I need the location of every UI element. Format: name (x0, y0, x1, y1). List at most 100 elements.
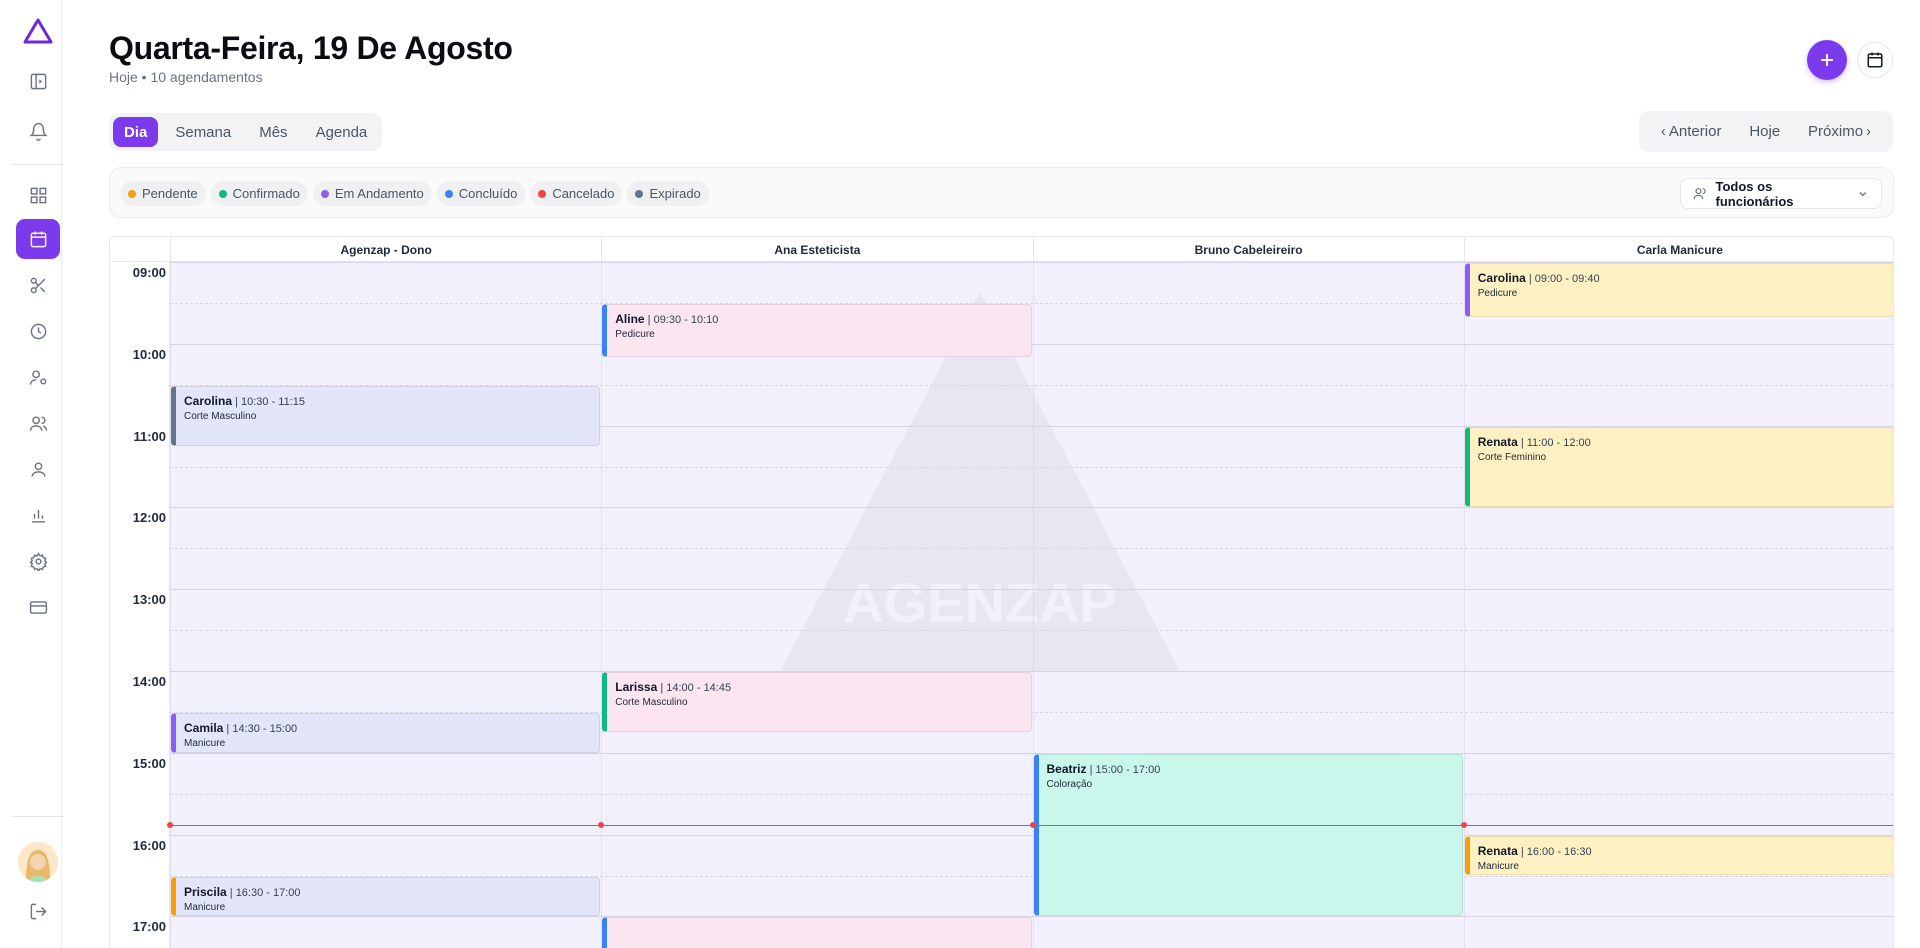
tab-agenda[interactable]: Agenda (305, 117, 379, 147)
appointment-time: 15:00 - 17:00 (1095, 763, 1161, 776)
employee-filter-value: Todos os funcionários (1715, 178, 1794, 209)
half-hour-gridline (110, 630, 1893, 632)
appointment-service: Manicure (184, 901, 226, 913)
users-icon (1693, 188, 1706, 199)
staff-header-row: Agenzap - Dono Ana Esteticista Bruno Cabel… (110, 237, 1893, 262)
status-dot-icon (320, 189, 329, 198)
dashboard-grid-icon[interactable] (16, 175, 60, 215)
separator: | (232, 395, 241, 408)
appointment-heading: Priscila | 16:30 - 17:00 (184, 885, 591, 899)
appointment-time: 16:30 - 17:00 (235, 886, 301, 899)
next-button[interactable]: Próximo › (1808, 123, 1871, 140)
notifications-bell-icon[interactable] (16, 111, 60, 151)
credit-card-icon[interactable] (16, 587, 60, 627)
status-label: Concluído (458, 186, 518, 201)
calendar-grid: 09:00 10:00 11:00 12:00 13:00 14:00 15:00 16:00… (110, 262, 1893, 948)
current-time-dot (1029, 822, 1036, 829)
appointment-card[interactable]: Larissa | 14:00 - 14:45 Corte Masculino (602, 672, 1032, 733)
appointment-client-name: Carolina (1477, 271, 1526, 285)
sidebar (0, 0, 64, 948)
status-dot-icon (635, 189, 644, 198)
scissors-icon[interactable] (16, 265, 60, 305)
hour-label: 10:00 (132, 346, 166, 362)
calendar-nav-icon[interactable] (16, 219, 60, 259)
half-hour-gridline (110, 548, 1893, 550)
appointment-heading: Carolina | 09:00 - 09:40 (1478, 271, 1885, 285)
appointment-heading: Carolina | 10:30 - 11:15 (184, 394, 591, 408)
user-settings-icon[interactable] (16, 357, 60, 397)
users-icon[interactable] (16, 403, 60, 443)
page-title: Quarta-Feira, 19 De Agosto (109, 30, 513, 66)
separator: | (1086, 763, 1096, 776)
status-label: Expirado (649, 186, 701, 201)
hour-label: 15:00 (132, 755, 166, 771)
previous-label: Anterior (1668, 123, 1722, 140)
appointment-client-name: Renata (1477, 843, 1518, 858)
appointment-card[interactable]: Carolina | 09:00 - 09:40 Pedicure (1464, 263, 1893, 317)
hour-gridline (110, 507, 1893, 509)
status-chip: Cancelado (530, 181, 623, 206)
logout-icon[interactable] (16, 891, 60, 931)
appointment-heading: Renata | 16:00 - 16:30 (1478, 844, 1885, 858)
settings-gear-icon[interactable] (16, 541, 60, 581)
hour-label: 13:00 (132, 592, 166, 608)
status-label: Cancelado (552, 186, 615, 201)
appointment-client-name: Priscila (184, 884, 227, 899)
status-dot-icon (128, 189, 136, 198)
staff-column[interactable] (601, 262, 1033, 948)
appointment-time: 14:00 - 14:45 (666, 682, 732, 694)
appointment-heading: Larissa | 14:00 - 14:45 (615, 680, 1022, 694)
hour-label: 11:00 (133, 428, 166, 444)
appointment-heading: Aline | 09:30 - 10:10 (615, 312, 1022, 326)
staff-column[interactable] (170, 262, 602, 948)
separator: | (644, 313, 654, 326)
tab-semana[interactable]: Semana (164, 117, 242, 147)
today-button[interactable]: Hoje (1749, 123, 1780, 140)
status-label: Pendente (142, 186, 198, 201)
appointment-card[interactable]: Priscila | 16:30 - 17:00 Manicure (171, 876, 601, 917)
user-avatar[interactable] (18, 842, 58, 882)
current-time-dot (1460, 822, 1467, 829)
appointment-card[interactable]: Camila | 14:30 - 15:00 Manicure (171, 712, 601, 753)
appointment-card[interactable]: Carolina | 10:30 - 11:15 Corte Masculino (171, 385, 601, 447)
hour-label: 17:00 (132, 919, 166, 935)
previous-button[interactable]: ‹ Anterior (1661, 123, 1722, 140)
clock-icon[interactable] (16, 311, 60, 351)
reports-chart-icon[interactable] (16, 495, 60, 535)
appointment-client-name: Camila (184, 720, 224, 735)
tab-dia[interactable]: Dia (113, 117, 159, 147)
appointment-time: 11:00 - 12:00 (1526, 436, 1591, 449)
status-dot-icon (218, 189, 227, 198)
chevron-left-icon: ‹ (1660, 123, 1666, 140)
tab-mes[interactable]: Mês (248, 117, 298, 147)
status-chip: Confirmado (210, 181, 308, 206)
page-subtitle: Hoje • 10 agendamentos (109, 69, 263, 85)
hour-label: 14:00 (132, 674, 166, 689)
appointment-card[interactable] (602, 917, 1032, 948)
hour-label: 12:00 (132, 510, 166, 526)
view-switcher: Dia Semana Mês Agenda (109, 113, 383, 151)
appointment-card[interactable]: Renata | 11:00 - 12:00 Corte Feminino (1464, 426, 1893, 508)
appointment-heading: Beatriz | 15:00 - 17:00 (1047, 762, 1454, 776)
toggle-sidebar-icon[interactable] (16, 61, 60, 101)
app-logo-icon[interactable] (23, 18, 53, 44)
appointment-service: Corte Feminino (1477, 451, 1547, 463)
appointment-card[interactable]: Beatriz | 15:00 - 17:00 Coloração (1033, 753, 1463, 917)
appointment-card[interactable]: Aline | 09:30 - 10:10 Pedicure (602, 303, 1032, 358)
employee-filter-select[interactable]: Todos os funcionários (1680, 178, 1882, 209)
appointment-time: 09:00 - 09:40 (1534, 273, 1600, 285)
appointment-client-name: Carolina (184, 393, 233, 408)
staff-column-header: Carla Manicure (1463, 237, 1893, 262)
status-dot-icon (538, 189, 547, 198)
appointment-service: Coloração (1046, 778, 1093, 790)
appointment-service: Manicure (1477, 860, 1519, 872)
separator: | (1517, 436, 1527, 449)
appointment-time: 09:30 - 10:10 (653, 313, 719, 326)
appointment-card[interactable]: Renata | 16:00 - 16:30 Manicure (1464, 835, 1893, 876)
add-appointment-button[interactable] (1807, 40, 1847, 80)
date-picker-button[interactable] (1857, 42, 1893, 78)
appointment-heading: Renata | 11:00 - 12:00 (1478, 435, 1885, 449)
appointment-time: 10:30 - 11:15 (241, 395, 306, 408)
chevron-down-icon (1859, 191, 1867, 196)
user-icon[interactable] (16, 449, 60, 489)
